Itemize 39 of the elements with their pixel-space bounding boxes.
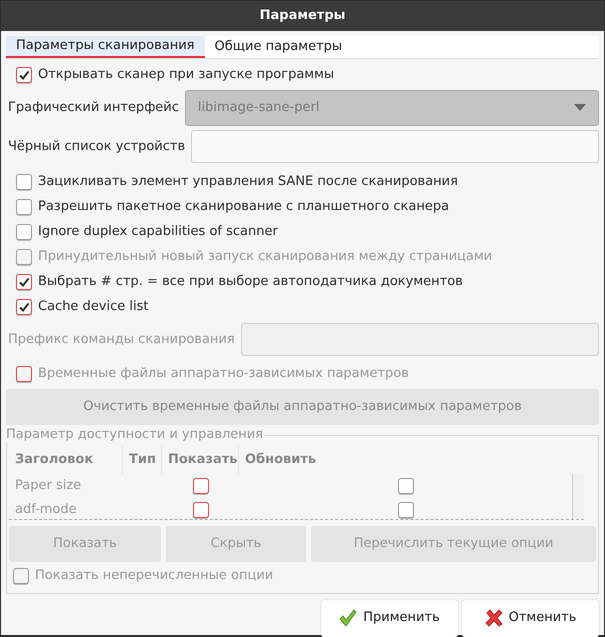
- checkbox-label: Разрешить пакетное сканирование с планшетного сканера: [38, 198, 450, 216]
- field-label: Префикс команды сканирования: [8, 330, 235, 349]
- table-cell-text: Paper size: [14, 476, 82, 495]
- close-icon: [484, 609, 503, 627]
- checkbox-label: Открывать сканер при запуске программы: [38, 66, 334, 84]
- checkmark-icon: [339, 609, 358, 627]
- caret-icon: [574, 104, 586, 111]
- field-label: Графический интерфейс: [8, 98, 179, 117]
- field-label: Чёрный список устройств: [8, 138, 186, 156]
- checkbox[interactable]: [16, 274, 32, 290]
- checkbox-label: Временные файлы аппаратно-зависимых параметров: [38, 365, 409, 384]
- column-header[interactable]: Обновить: [239, 446, 322, 474]
- cancel-button[interactable]: Отменить: [462, 600, 599, 636]
- column-header[interactable]: Тип: [123, 446, 162, 474]
- checkbox-label: Зацикливать элемент управления SANE после сканирования: [38, 173, 458, 192]
- checkbox[interactable]: [398, 502, 414, 518]
- checkbox[interactable]: [16, 224, 32, 240]
- column-header[interactable]: Показать: [162, 446, 239, 474]
- apply-button[interactable]: Применить: [321, 600, 458, 636]
- table-cell-text: adf-mode: [14, 500, 78, 518]
- checkbox-label: Cache device list: [38, 298, 148, 316]
- checkbox[interactable]: [16, 299, 32, 315]
- checkbox[interactable]: [16, 174, 32, 190]
- input-field[interactable]: [191, 130, 599, 163]
- checkbox[interactable]: [16, 199, 32, 215]
- checkbox-label: Показать неперечисленные опции: [35, 567, 274, 586]
- tab[interactable]: Общие параметры: [204, 36, 352, 58]
- tab[interactable]: Параметры сканирования: [6, 36, 205, 58]
- checkbox[interactable]: [192, 502, 208, 518]
- column-header[interactable]: Заголовок: [9, 446, 123, 474]
- checkbox[interactable]: [16, 67, 32, 83]
- checkbox-label: Выбрать # стр. = все при выборе автоподатчика документов: [38, 273, 463, 292]
- window-title: Параметры: [260, 7, 346, 26]
- checkbox-label: Ignore duplex capabilities of scanner: [38, 223, 278, 242]
- checkbox-label: Принудительный новый запуск сканирования между страницами: [38, 248, 492, 266]
- checkbox[interactable]: [192, 478, 208, 494]
- checkbox[interactable]: [398, 478, 414, 494]
- scrollbar[interactable]: [572, 474, 584, 518]
- group-title: Параметр доступности и управления: [6, 426, 264, 442]
